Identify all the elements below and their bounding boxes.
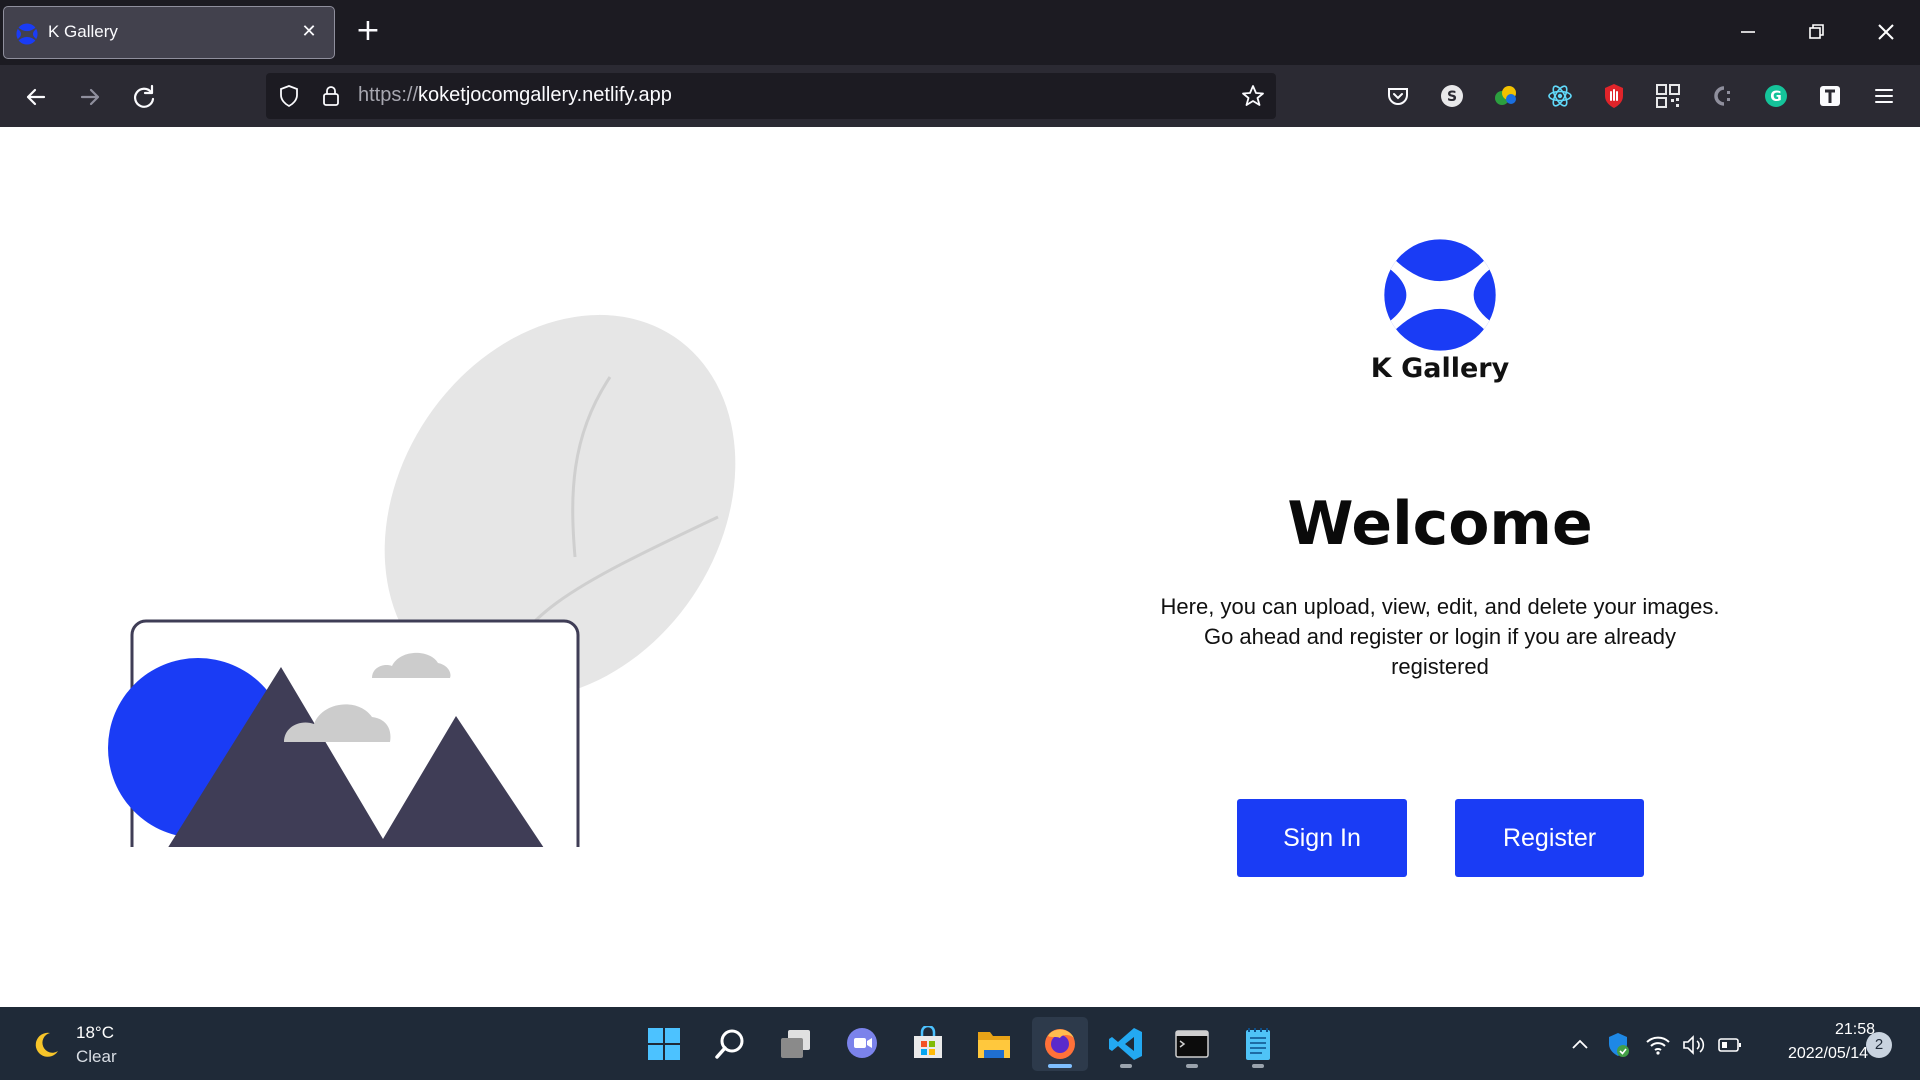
defender-shield-icon[interactable] <box>1604 1031 1632 1059</box>
svg-text:S: S <box>1447 89 1457 105</box>
terminal-taskbar-button[interactable] <box>1164 1017 1220 1071</box>
notepad-icon <box>1246 1028 1270 1060</box>
teams-chat-icon <box>847 1028 877 1058</box>
react-devtools-icon[interactable] <box>1546 82 1574 110</box>
taskbar-search-button[interactable] <box>702 1017 758 1071</box>
speaker-icon[interactable] <box>1680 1031 1708 1059</box>
reload-icon[interactable] <box>124 77 164 117</box>
forward-arrow-icon[interactable] <box>70 77 110 117</box>
register-button[interactable]: Register <box>1455 799 1644 877</box>
sign-in-button[interactable]: Sign In <box>1237 799 1407 877</box>
url-bar[interactable]: https://koketjocomgallery.netlify.app <box>266 73 1276 119</box>
gallery-illustration <box>108 314 736 847</box>
weather-condition: Clear <box>76 1047 117 1066</box>
red-hand-icon[interactable] <box>1600 82 1628 110</box>
firefox-taskbar-button[interactable] <box>1032 1017 1088 1071</box>
weather-temperature: 18°C <box>76 1023 114 1042</box>
shield-icon[interactable] <box>276 83 302 109</box>
welcome-description: Here, you can upload, view, edit, and de… <box>1110 592 1770 682</box>
browser-tab-bar: K Gallery ✕ + <box>0 0 1920 65</box>
active-app-indicator <box>1048 1064 1072 1068</box>
windows-taskbar: 18°C Clear 21:58 2022/05/14 2 <box>0 1007 1920 1080</box>
firefox-icon <box>1045 1029 1075 1059</box>
vscode-icon <box>1109 1028 1142 1060</box>
file-explorer-button[interactable] <box>966 1017 1022 1071</box>
running-app-indicator <box>1186 1064 1198 1068</box>
file-explorer-icon <box>978 1032 1010 1058</box>
vscode-taskbar-button[interactable] <box>1098 1017 1154 1071</box>
running-app-indicator <box>1120 1064 1132 1068</box>
task-view-button[interactable] <box>768 1017 824 1071</box>
wifi-icon[interactable] <box>1644 1031 1672 1059</box>
page-content: K Gallery Welcome Here, you can upload, … <box>0 127 1920 1007</box>
back-arrow-icon[interactable] <box>16 77 56 117</box>
windows-start-button[interactable] <box>636 1017 692 1071</box>
welcome-description-line: registered <box>1391 654 1489 679</box>
search-icon <box>715 1029 744 1059</box>
browser-nav-bar: https://koketjocomgallery.netlify.app S <box>0 65 1920 127</box>
chevron-up-icon[interactable] <box>1566 1031 1594 1059</box>
pocket-icon[interactable] <box>1384 82 1412 110</box>
picture-frame <box>108 619 580 847</box>
browser-tab-active[interactable]: K Gallery ✕ <box>3 6 335 59</box>
microsoft-store-icon <box>914 1026 942 1058</box>
welcome-description-line: Go ahead and register or login if you ar… <box>1203 624 1677 649</box>
url-host: koketjocomgallery.netlify.app <box>418 84 672 106</box>
colorful-extension-icon[interactable] <box>1492 82 1520 110</box>
k-gallery-favicon-icon <box>16 23 38 45</box>
grammarly-icon[interactable]: G <box>1762 82 1790 110</box>
terminal-icon <box>1175 1030 1209 1058</box>
moon-icon <box>35 1032 58 1057</box>
url-scheme: https:// <box>358 84 419 106</box>
task-view-icon <box>781 1030 810 1058</box>
window-restore-icon[interactable] <box>1796 16 1836 48</box>
notification-count-badge[interactable]: 2 <box>1866 1032 1892 1058</box>
running-app-indicator <box>1252 1064 1264 1068</box>
c-extension-icon[interactable] <box>1708 82 1736 110</box>
hamburger-menu-icon[interactable] <box>1870 82 1898 110</box>
qr-code-icon[interactable] <box>1654 82 1682 110</box>
welcome-title: Welcome <box>1287 489 1593 559</box>
battery-icon[interactable] <box>1716 1031 1744 1059</box>
t-extension-icon[interactable] <box>1816 82 1844 110</box>
new-tab-button[interactable]: + <box>352 16 384 48</box>
brand-name: K Gallery <box>1370 353 1510 384</box>
window-minimize-icon[interactable] <box>1728 16 1768 48</box>
lock-icon[interactable] <box>318 83 344 109</box>
tab-close-icon[interactable]: ✕ <box>296 19 322 45</box>
k-gallery-logo-icon <box>1384 239 1496 351</box>
welcome-description-line: Here, you can upload, view, edit, and de… <box>1160 594 1720 619</box>
url-text[interactable]: https://koketjocomgallery.netlify.app <box>358 84 672 107</box>
s-extension-icon[interactable]: S <box>1438 82 1466 110</box>
notepad-taskbar-button[interactable] <box>1230 1017 1286 1071</box>
windows-start-icon <box>648 1028 680 1060</box>
teams-chat-button[interactable] <box>834 1017 890 1071</box>
tab-title: K Gallery <box>48 22 118 41</box>
window-close-icon[interactable] <box>1866 16 1906 48</box>
brand: K Gallery <box>1340 237 1540 384</box>
star-icon[interactable] <box>1240 83 1266 109</box>
svg-text:G: G <box>1770 89 1782 105</box>
microsoft-store-button[interactable] <box>900 1017 956 1071</box>
weather-widget[interactable]: 18°C Clear <box>28 1021 168 1069</box>
